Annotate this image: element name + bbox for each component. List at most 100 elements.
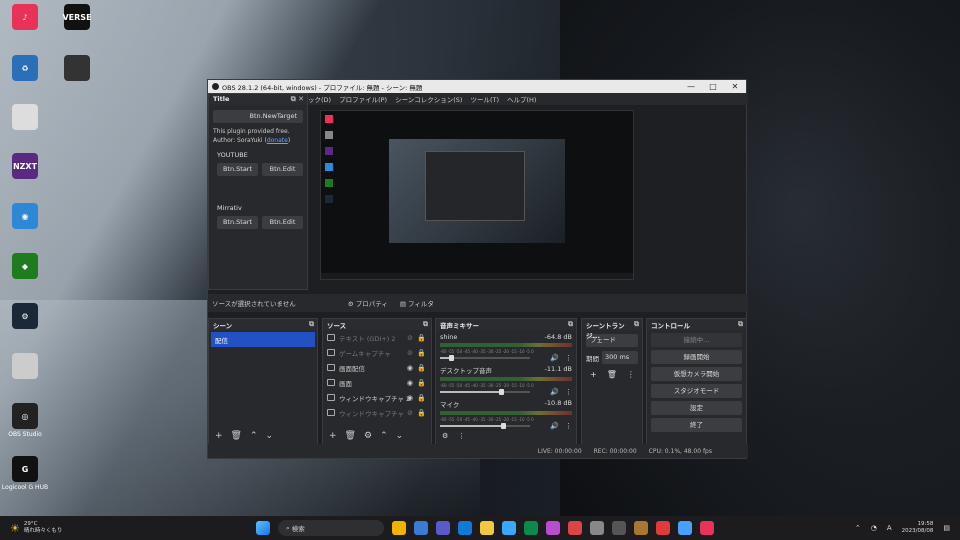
- clock[interactable]: 19:58 2023/08/08: [902, 521, 934, 535]
- eye-hidden-icon[interactable]: ⊘: [407, 334, 413, 342]
- lock-icon[interactable]: 🔒: [417, 409, 426, 417]
- eye-hidden-icon[interactable]: ⊘: [407, 409, 413, 417]
- taskbar-app-icon[interactable]: [502, 521, 516, 535]
- desktop-icon-globe[interactable]: ◉: [0, 203, 50, 231]
- add-source-icon[interactable]: +: [329, 431, 337, 441]
- undock-icon[interactable]: ⧉: [738, 320, 743, 329]
- control-button[interactable]: スタジオモード: [651, 384, 742, 398]
- lock-icon[interactable]: 🔒: [417, 334, 426, 342]
- volume-slider[interactable]: [440, 355, 546, 361]
- lock-icon[interactable]: 🔒: [417, 379, 426, 387]
- properties-button[interactable]: ⚙ プロパティ: [348, 298, 388, 308]
- undock-icon[interactable]: ⧉: [568, 320, 573, 329]
- donate-link[interactable]: donate: [267, 137, 288, 144]
- weather-widget[interactable]: ☀ 29°C 晴れ時々くもり: [0, 521, 120, 535]
- channel-menu-icon[interactable]: ⋮: [565, 388, 572, 396]
- desktop-icon-nzxt[interactable]: NZXT: [0, 153, 50, 181]
- undock-icon[interactable]: ⧉: [634, 320, 639, 329]
- taskbar-app-icon[interactable]: [700, 521, 714, 535]
- speaker-icon[interactable]: 🔊: [550, 388, 559, 396]
- close-button[interactable]: ✕: [724, 80, 746, 93]
- remove-source-icon[interactable]: 🗑: [345, 431, 356, 441]
- undock-icon[interactable]: ⧉: [309, 320, 314, 329]
- lock-icon[interactable]: 🔒: [417, 349, 426, 357]
- menu-item[interactable]: プロファイル(P): [339, 94, 387, 104]
- edit-button[interactable]: Btn.Edit: [262, 163, 303, 176]
- eye-icon[interactable]: ◉: [407, 364, 413, 372]
- desktop-icon-game[interactable]: [52, 55, 102, 83]
- remove-transition-icon[interactable]: 🗑: [607, 370, 617, 379]
- minimize-button[interactable]: —: [680, 80, 702, 93]
- desktop-icon-doc[interactable]: [0, 104, 50, 132]
- tray-chevron-icon[interactable]: ⌃: [855, 524, 861, 532]
- control-button[interactable]: 終了: [651, 418, 742, 432]
- desktop-icon-logi[interactable]: G Logicool G HUB: [0, 456, 50, 491]
- desktop-icon-obs[interactable]: ◎ OBS Studio: [0, 403, 50, 438]
- move-up-icon[interactable]: ⌃: [380, 431, 388, 441]
- source-item[interactable]: 画面 ◉ 🔒: [323, 375, 431, 390]
- speaker-icon[interactable]: 🔊: [550, 422, 559, 430]
- taskbar-app-icon[interactable]: [480, 521, 494, 535]
- taskbar-app-icon[interactable]: [678, 521, 692, 535]
- new-target-button[interactable]: Btn.NewTarget: [213, 110, 303, 123]
- more-icon[interactable]: ⋮: [627, 370, 635, 379]
- desktop-icon-verse[interactable]: VERSE: [52, 4, 102, 32]
- start-button[interactable]: Btn.Start: [217, 163, 258, 176]
- wifi-icon[interactable]: ◔: [871, 524, 877, 532]
- mixer-menu-icon[interactable]: ⋮: [458, 432, 465, 440]
- taskbar-app-icon[interactable]: [634, 521, 648, 535]
- eye-icon[interactable]: ◉: [407, 379, 413, 387]
- move-down-icon[interactable]: ⌄: [266, 431, 274, 441]
- filters-button[interactable]: ▤ フィルタ: [400, 298, 434, 308]
- desktop-icon-tiktok[interactable]: ♪: [0, 4, 50, 32]
- source-gear-icon[interactable]: ⚙: [364, 431, 372, 441]
- eye-hidden-icon[interactable]: ⊘: [407, 349, 413, 357]
- ime-icon[interactable]: A: [887, 524, 892, 532]
- source-item[interactable]: 画面配信 ◉ 🔒: [323, 360, 431, 375]
- add-transition-icon[interactable]: +: [590, 370, 597, 379]
- source-item[interactable]: ウィンドウキャプチャ ⊘ 🔒: [323, 405, 431, 420]
- preview-canvas[interactable]: [320, 110, 634, 280]
- mixer-settings-icon[interactable]: ⚙: [442, 432, 448, 440]
- taskbar-app-icon[interactable]: [436, 521, 450, 535]
- taskbar-app-icon[interactable]: [590, 521, 604, 535]
- source-item[interactable]: テキスト (GDI+) 2 ⊘ 🔒: [323, 330, 431, 345]
- maximize-button[interactable]: □: [702, 80, 724, 93]
- desktop-icon-recycle[interactable]: ♻: [0, 55, 50, 83]
- undock-icon[interactable]: ⧉ ✕: [291, 95, 304, 104]
- menu-item[interactable]: シーンコレクション(S): [395, 94, 462, 104]
- taskbar-app-icon[interactable]: [392, 521, 406, 535]
- volume-slider[interactable]: [440, 423, 546, 429]
- edit-button[interactable]: Btn.Edit: [262, 216, 303, 229]
- taskbar-app-icon[interactable]: [458, 521, 472, 535]
- taskbar-app-icon[interactable]: [414, 521, 428, 535]
- duration-input[interactable]: 300 ms: [602, 351, 638, 364]
- channel-menu-icon[interactable]: ⋮: [565, 354, 572, 362]
- lock-icon[interactable]: 🔒: [417, 394, 426, 402]
- desktop-icon-nvidia[interactable]: ◆: [0, 253, 50, 281]
- taskbar-app-icon[interactable]: [656, 521, 670, 535]
- eye-icon[interactable]: ◉: [407, 394, 413, 402]
- move-down-icon[interactable]: ⌄: [396, 431, 404, 441]
- move-up-icon[interactable]: ⌃: [250, 431, 258, 441]
- taskbar-app-icon[interactable]: [546, 521, 560, 535]
- speaker-icon[interactable]: 🔊: [550, 354, 559, 362]
- taskbar-app-icon[interactable]: [612, 521, 626, 535]
- search-box[interactable]: ⌕ 検索: [278, 520, 384, 536]
- control-button[interactable]: 録画開始: [651, 350, 742, 364]
- control-button[interactable]: 接続中...: [651, 333, 742, 347]
- start-icon[interactable]: [256, 521, 270, 535]
- taskbar-app-icon[interactable]: [524, 521, 538, 535]
- desktop-icon-steam[interactable]: ⚙: [0, 303, 50, 331]
- control-button[interactable]: 仮想カメラ開始: [651, 367, 742, 381]
- menu-item[interactable]: ック(D): [308, 94, 331, 104]
- undock-icon[interactable]: ⧉: [423, 320, 428, 329]
- control-button[interactable]: 設定: [651, 401, 742, 415]
- remove-scene-icon[interactable]: 🗑: [231, 431, 242, 441]
- channel-menu-icon[interactable]: ⋮: [565, 422, 572, 430]
- start-button[interactable]: Btn.Start: [217, 216, 258, 229]
- scene-item[interactable]: 配信: [211, 332, 315, 347]
- add-scene-icon[interactable]: +: [215, 431, 223, 441]
- source-item[interactable]: ウィンドウキャプチャ 2 ◉ 🔒: [323, 390, 431, 405]
- menu-item[interactable]: ヘルプ(H): [507, 94, 536, 104]
